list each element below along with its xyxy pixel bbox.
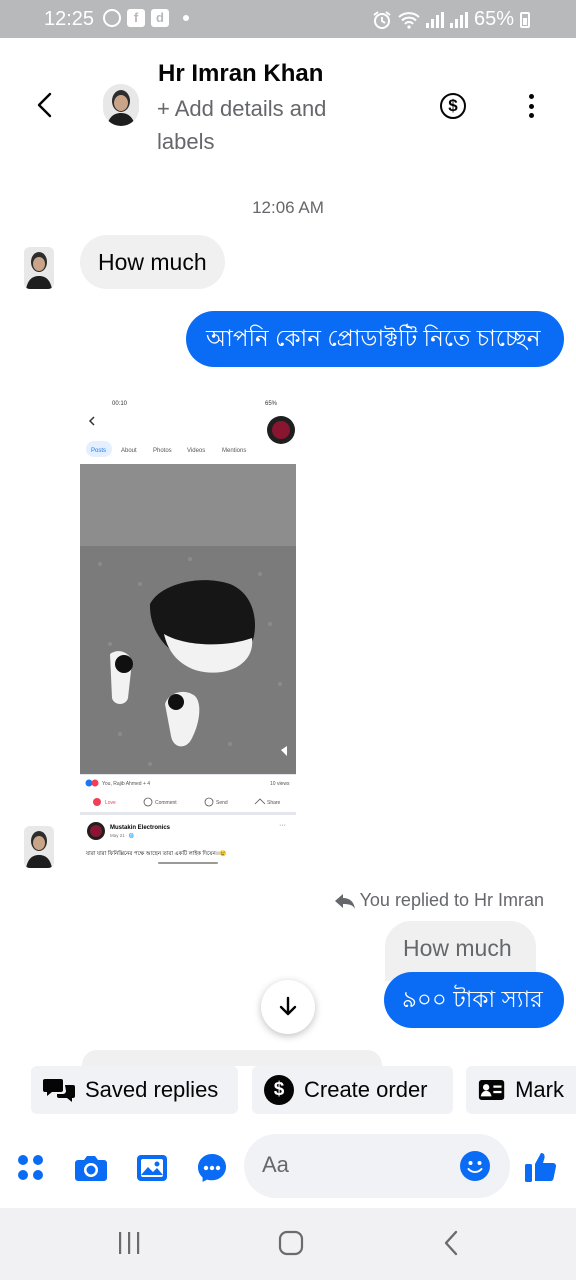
status-time: 12:25 [44,8,95,30]
shared-views: 10 views [270,781,290,787]
system-nav-bar [0,1208,576,1280]
contact-card-icon [478,1080,505,1100]
shared-reactions: You, Rajib Ahmed + 4 [102,781,150,787]
svg-text:···: ··· [279,822,286,829]
reply-indicator-text: You replied to Hr Imran [359,890,544,910]
contact-name[interactable]: Hr Imran Khan [158,60,323,88]
battery-icon [520,11,530,28]
mark-button[interactable]: Mark [466,1066,576,1114]
back-button[interactable] [28,88,62,122]
message-composer: Aa [0,1128,576,1208]
shared-time: 00:10 [112,401,128,407]
chat-bubbles-icon [43,1079,75,1102]
message-input-placeholder: Aa [262,1152,289,1177]
quick-actions-bar: Saved replies $ Create order Mark [0,1066,576,1118]
shared-tab: About [121,448,137,454]
thumbs-up-icon[interactable] [524,1150,558,1184]
shared-action: Love [105,800,116,806]
message-input[interactable]: Aa [244,1134,510,1198]
shared-tab: Mentions [222,448,246,454]
contact-avatar[interactable] [103,84,139,126]
shared-tab: Videos [187,448,205,454]
add-details-link[interactable]: + Add details and labels [157,92,387,158]
shared-action: Send [216,800,228,806]
shared-page-date: May 21 · 🌐 [110,832,135,838]
shared-page-name: Mustakin Electronics [110,825,171,831]
create-order-button[interactable]: $ Create order [252,1066,453,1114]
shared-battery: 65% [265,401,278,407]
create-order-label: Create order [304,1077,428,1102]
status-bar: 12:25 f d 65% [0,0,576,38]
dollar-icon[interactable]: $ [440,93,466,119]
sender-avatar[interactable] [24,247,54,289]
gallery-icon[interactable] [136,1152,168,1184]
recent-apps-icon[interactable] [117,1230,141,1261]
message-timestamp: 12:06 AM [252,198,324,217]
sender-avatar[interactable] [24,826,54,868]
dollar-circle-icon: $ [264,1075,294,1105]
message-bubble-incoming[interactable]: How much [80,235,225,289]
wifi-icon [398,11,420,29]
more-options-icon[interactable] [528,94,534,118]
scroll-to-bottom-button[interactable] [261,980,315,1034]
notification-dot-icon [183,15,189,21]
system-back-icon[interactable] [441,1230,463,1261]
shared-tab: Posts [91,448,106,454]
chevron-left-icon [37,92,52,118]
facebook-icon: f [127,9,145,27]
apps-icon[interactable] [15,1152,47,1184]
arrow-down-icon [279,996,297,1016]
emoji-icon[interactable] [460,1151,490,1181]
signal-icon [425,11,444,28]
shared-action: Share [267,800,281,806]
shared-tab: Photos [153,448,172,454]
message-bubble-outgoing[interactable]: আপনি কোন প্রোডাক্টটি নিতে চাচ্ছেন [186,311,564,367]
sync-icon [103,9,121,27]
message-bubble-outgoing[interactable]: ৯০০ টাকা স্যার [384,972,564,1028]
reply-indicator: You replied to Hr Imran [334,890,544,911]
shared-action: Comment [155,800,177,806]
signal-2-icon [449,11,468,28]
shared-screenshot: 00:10 65% Posts About Photos Videos Ment… [80,384,296,872]
mark-label: Mark [515,1077,564,1102]
saved-replies-button[interactable]: Saved replies [31,1066,238,1114]
alarm-icon [373,10,391,29]
messenger-chat-icon[interactable] [196,1152,228,1184]
saved-replies-label: Saved replies [85,1077,219,1102]
app-notification-icon: d [151,9,169,27]
reply-icon [334,893,355,909]
camera-icon[interactable] [74,1152,107,1184]
shared-image[interactable]: 00:10 65% Posts About Photos Videos Ment… [80,384,296,872]
home-icon[interactable] [278,1230,304,1261]
shared-post-text: যারা যারা ফিনিক্সিনের পক্ষে আছেন তারা এক… [85,849,227,857]
battery-level: 65% [473,8,514,30]
